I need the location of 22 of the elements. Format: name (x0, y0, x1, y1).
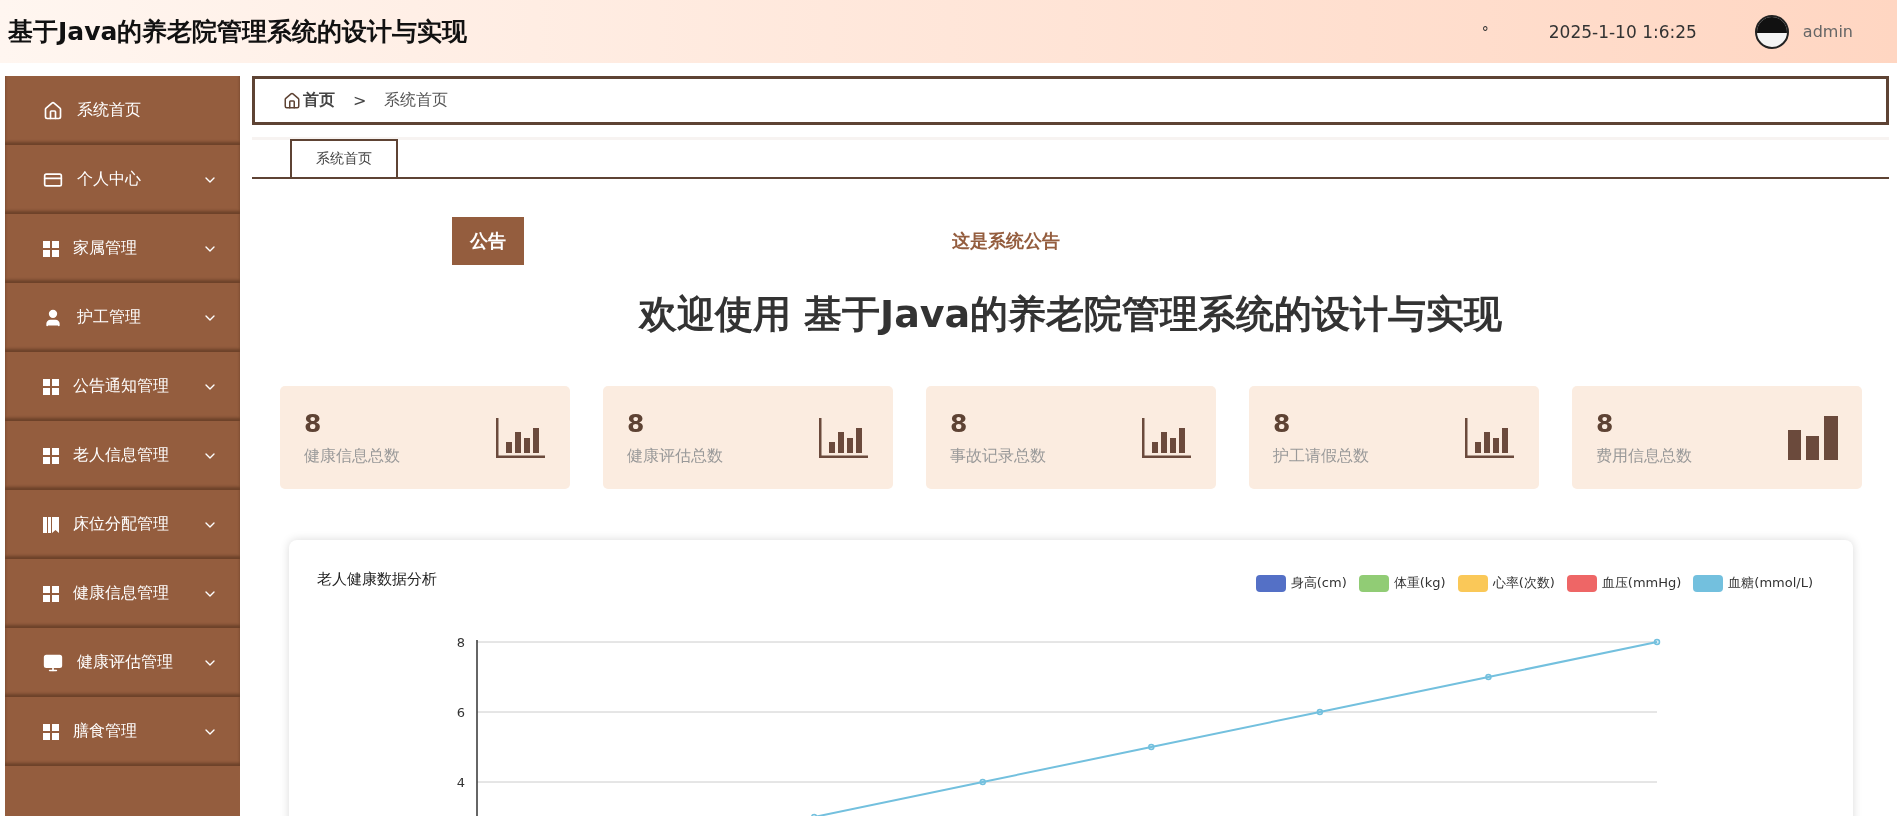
axis-tick-label: 8 (456, 635, 465, 650)
degree-mark: ° (1481, 23, 1489, 40)
chart-title: 老人健康数据分析 (317, 570, 437, 590)
stat-value: 8 (627, 408, 646, 438)
stat-label: 健康评估总数 (627, 445, 723, 467)
stat-label: 费用信息总数 (1596, 445, 1692, 467)
stat-label: 事故记录总数 (950, 445, 1046, 467)
stat-label: 护工请假总数 (1273, 445, 1369, 467)
notice-text: 这是系统公告 (952, 229, 1060, 253)
welcome-heading: 欢迎使用 基于Java的养老院管理系统的设计与实现 (637, 291, 1504, 338)
stat-value: 8 (1273, 408, 1292, 438)
date-time: 2025-1-10 1:6:25 (1548, 21, 1697, 42)
stat-value: 8 (1596, 408, 1615, 438)
notice-badge: 公告 (452, 217, 524, 265)
stat-label: 健康信息总数 (304, 445, 400, 467)
stat-value: 8 (950, 408, 969, 438)
app-title: 基于Java的养老院管理系统的设计与实现 (8, 16, 469, 48)
stat-value: 8 (304, 408, 323, 438)
axis-tick-label: 6 (456, 705, 465, 720)
axis-tick-label: 4 (456, 775, 465, 790)
breadcrumb-current: 系统首页 (384, 90, 449, 111)
breadcrumb-separator: > (353, 91, 367, 110)
